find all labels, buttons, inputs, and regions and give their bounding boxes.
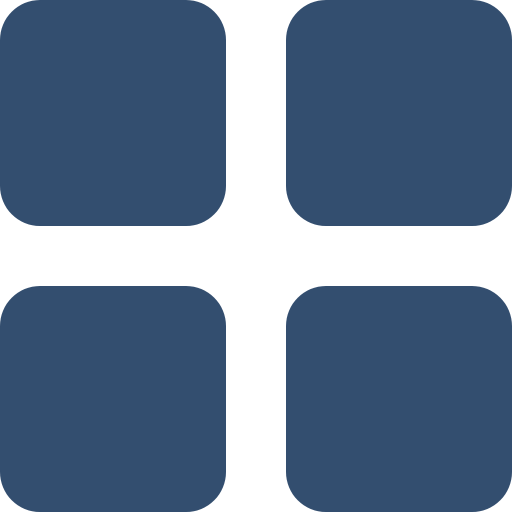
- grid-tile-top-left: [0, 0, 226, 226]
- grid-tile-top-right: [286, 0, 512, 226]
- grid-tile-bottom-right: [286, 286, 512, 512]
- grid-view-icon: [0, 0, 512, 512]
- grid-tile-bottom-left: [0, 286, 226, 512]
